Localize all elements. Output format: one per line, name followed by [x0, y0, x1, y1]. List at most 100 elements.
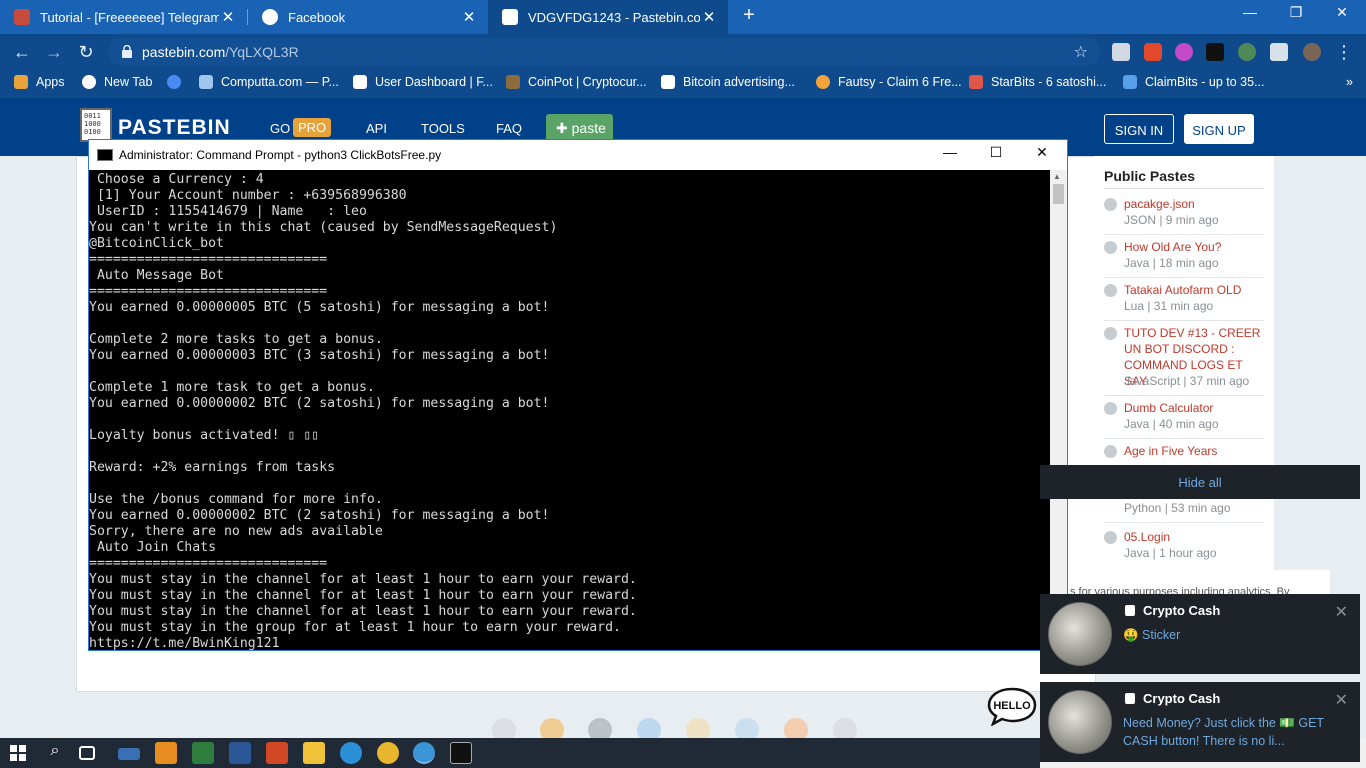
cmd-output-line: You must stay in the group for at least … [89, 620, 621, 635]
powerpoint-icon[interactable] [266, 742, 288, 764]
sign-in-button[interactable]: SIGN IN [1104, 114, 1174, 144]
cmd-output-line: Use the /bonus command for more info. [89, 492, 383, 507]
scroll-thumb[interactable] [1053, 184, 1064, 204]
cmd-output-line: You earned 0.00000002 BTC (2 satoshi) fo… [89, 508, 550, 523]
cmd-output-line: Loyalty bonus activated! ▯ ▯▯ [89, 428, 320, 443]
globe-icon [1104, 284, 1117, 297]
cmd-minimize-button[interactable]: — [927, 144, 973, 166]
cmd-icon[interactable] [450, 742, 472, 764]
tab-facebook[interactable]: Facebook ✕ [248, 0, 488, 34]
bookmark-claimbits[interactable]: ClaimBits - up to 35... [1123, 75, 1265, 89]
extension-k-icon[interactable] [1206, 43, 1224, 61]
notification-body: Need Money? Just click the 💵 GET CASH bu… [1123, 716, 1324, 748]
cmd-output-line: Auto Join Chats [89, 540, 217, 555]
sign-up-button[interactable]: SIGN UP [1184, 114, 1254, 144]
cmd-output[interactable]: Choose a Currency : 4 [1] Your Account n… [89, 170, 1050, 650]
cmd-output-line: You must stay in the channel for at leas… [89, 572, 637, 587]
telegram-icon[interactable] [413, 742, 435, 764]
scroll-up-arrow-icon[interactable]: ▲ [1053, 172, 1061, 181]
cmd-maximize-button[interactable]: ☐ [973, 144, 1019, 166]
forward-button[interactable]: → [42, 40, 66, 64]
close-icon[interactable]: ✕ [460, 8, 478, 26]
close-window-button[interactable]: ✕ [1324, 4, 1360, 28]
command-prompt-window[interactable]: Administrator: Command Prompt - python3 … [88, 139, 1068, 651]
bookmark-bitcoin-advertising[interactable]: Bitcoin advertising... [661, 75, 795, 89]
globe-icon [1104, 241, 1117, 254]
minimize-window-button[interactable]: — [1232, 4, 1268, 28]
public-paste-item[interactable]: TUTO DEV #13 - CREER UN BOT DISCORD : CO… [1104, 325, 1264, 399]
chrome-menu-icon[interactable]: ⋮ [1332, 40, 1356, 64]
new-tab-button[interactable]: + [738, 4, 760, 30]
nav-pro-badge[interactable]: PRO [293, 118, 332, 137]
file-explorer-icon[interactable] [303, 742, 325, 764]
close-icon[interactable]: ✕ [1335, 690, 1348, 710]
close-icon[interactable]: ✕ [700, 8, 718, 26]
nav-faq[interactable]: FAQ [496, 121, 522, 136]
public-paste-item[interactable]: Tatakai Autofarm OLD Lua | 31 min ago [1104, 282, 1264, 324]
bookmark-facebook[interactable] [167, 75, 189, 89]
project-icon[interactable] [192, 742, 214, 764]
edge-icon[interactable] [340, 742, 362, 764]
vlc-icon[interactable] [155, 742, 177, 764]
cmd-close-button[interactable]: ✕ [1019, 144, 1065, 166]
extensions-puzzle-icon[interactable] [1270, 43, 1288, 61]
extension-swirl-icon[interactable] [1175, 43, 1193, 61]
notification-title: Crypto Cash [1143, 691, 1221, 706]
bookmark-computta[interactable]: Computta.com — P... [199, 75, 339, 89]
cmd-output-line [89, 476, 1050, 492]
tab-pastebin[interactable]: VDGVFDG1243 - Pastebin.com ✕ [488, 0, 728, 34]
restore-window-button[interactable]: ❐ [1278, 4, 1314, 28]
public-paste-item[interactable]: Dumb Calculator Java | 40 min ago [1104, 400, 1264, 442]
cmd-output-line [89, 316, 1050, 332]
hide-all-notifications-button[interactable]: Hide all [1040, 465, 1360, 499]
address-bar[interactable]: pastebin.com/YqLXQL3R ☆ [108, 38, 1100, 66]
telegram-notification[interactable]: Crypto Cash 🤑 Sticker ✕ [1040, 594, 1360, 674]
url-text: pastebin.com/YqLXQL3R [142, 44, 299, 60]
bookmarks-overflow-icon[interactable]: » [1346, 75, 1353, 89]
pastebin-logo[interactable]: 0011 1000 0100 [80, 108, 112, 142]
extension-globe-icon[interactable] [1238, 43, 1256, 61]
telegram-notification[interactable]: Crypto Cash Need Money? Just click the 💵… [1040, 682, 1360, 762]
facebook-icon [262, 9, 278, 25]
cmd-title-bar[interactable]: Administrator: Command Prompt - python3 … [89, 140, 1067, 170]
bookmark-star-icon[interactable]: ☆ [1074, 42, 1088, 62]
shield-extension-icon[interactable] [1112, 43, 1130, 61]
bookmark-new-tab[interactable]: New Tab [82, 75, 152, 89]
nav-go[interactable]: GO [270, 121, 290, 136]
chrome-icon[interactable] [377, 742, 399, 764]
back-button[interactable]: ← [10, 40, 34, 64]
profile-avatar[interactable] [1303, 43, 1321, 61]
globe-icon [1104, 198, 1117, 211]
search-icon[interactable]: ⌕ [44, 742, 66, 764]
tab-telegram-tutorial[interactable]: Tutorial - [Freeeeeee] Telegram F ✕ [0, 0, 247, 34]
bookmark-apps[interactable]: Apps [14, 75, 65, 89]
public-paste-item[interactable]: Age in Five Years [1104, 443, 1264, 463]
pastebin-brand[interactable]: PASTEBIN [118, 116, 231, 140]
keyboard-icon[interactable] [118, 748, 140, 760]
brave-shield-icon[interactable] [1144, 43, 1162, 61]
task-view-icon[interactable] [79, 746, 95, 760]
word-icon[interactable] [229, 742, 251, 764]
public-paste-item[interactable]: pacakge.json JSON | 9 min ago [1104, 196, 1264, 238]
public-paste-item[interactable]: Python | 53 min ago [1104, 500, 1264, 526]
shield-icon [14, 9, 30, 25]
bookmark-fautsy[interactable]: Fautsy - Claim 6 Fre... [816, 75, 962, 89]
cmd-output-line: You earned 0.00000005 BTC (5 satoshi) fo… [89, 300, 550, 315]
notification-body: 🤑 Sticker [1123, 628, 1181, 642]
cmd-scrollbar[interactable]: ▲ [1050, 170, 1067, 650]
hello-speech-bubble-icon[interactable]: HELLO [987, 686, 1037, 726]
reload-button[interactable]: ↻ [74, 40, 98, 64]
new-paste-button[interactable]: ✚ paste [546, 114, 613, 142]
bookmark-starbits[interactable]: StarBits - 6 satoshi... [969, 75, 1106, 89]
facebook-icon [167, 75, 181, 89]
nav-api[interactable]: API [366, 121, 387, 136]
nav-tools[interactable]: TOOLS [421, 121, 465, 136]
windows-start-icon[interactable] [10, 745, 26, 761]
channel-avatar [1048, 602, 1112, 666]
public-paste-item[interactable]: 05.Login Java | 1 hour ago [1104, 529, 1264, 571]
bookmark-user-dashboard[interactable]: User Dashboard | F... [353, 75, 493, 89]
bookmark-coinpot[interactable]: CoinPot | Cryptocur... [506, 75, 647, 89]
public-paste-item[interactable]: How Old Are You? Java | 18 min ago [1104, 239, 1264, 281]
close-icon[interactable]: ✕ [219, 8, 237, 26]
close-icon[interactable]: ✕ [1335, 602, 1348, 622]
